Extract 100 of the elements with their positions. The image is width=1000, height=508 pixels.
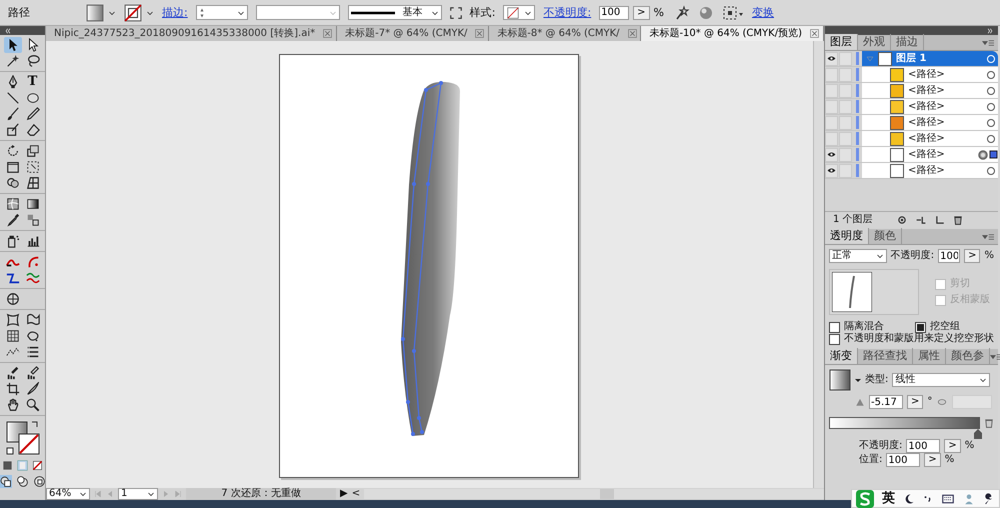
- path-row[interactable]: <路径>: [862, 115, 998, 130]
- path-row[interactable]: <路径>: [862, 67, 998, 82]
- opacity-arrow-button[interactable]: >: [964, 249, 980, 263]
- blend-mode-dropdown[interactable]: 正常: [829, 249, 887, 263]
- input-mode-toggle[interactable]: 英: [882, 490, 895, 506]
- opacity-field[interactable]: 100: [938, 249, 960, 263]
- brush-definition-dropdown[interactable]: 基本: [348, 5, 442, 20]
- locate-icon[interactable]: [896, 214, 907, 224]
- target-icon[interactable]: [986, 102, 998, 112]
- path-row[interactable]: <路径>: [862, 99, 998, 114]
- panel-tab[interactable]: 路径查找: [858, 348, 913, 364]
- checkbox[interactable]: [829, 322, 840, 332]
- lock-toggle[interactable]: [839, 100, 852, 114]
- s-logo-icon[interactable]: [856, 490, 874, 508]
- panel-menu-icon[interactable]: [982, 38, 994, 46]
- close-icon[interactable]: [628, 29, 637, 38]
- close-icon[interactable]: [323, 29, 332, 38]
- status-menu-button[interactable]: ▶: [340, 488, 348, 500]
- angle-arrow-button[interactable]: >: [907, 395, 924, 409]
- lock-toggle[interactable]: [839, 84, 852, 98]
- scroll-thumb[interactable]: [600, 489, 614, 499]
- opacity-link[interactable]: 不透明度:: [543, 6, 592, 20]
- visibility-toggle[interactable]: [825, 100, 838, 114]
- visibility-toggle[interactable]: [825, 164, 838, 178]
- visibility-toggle[interactable]: [825, 148, 838, 162]
- horizontal-scrollbar[interactable]: [364, 489, 824, 499]
- trash-icon[interactable]: [984, 417, 994, 429]
- visibility-toggle[interactable]: [825, 84, 838, 98]
- stroke-weight-link[interactable]: 描边:: [162, 6, 188, 20]
- panel-tab[interactable]: 透明度: [825, 228, 869, 244]
- checkbox[interactable]: [915, 322, 926, 332]
- expand-icon[interactable]: [986, 28, 994, 34]
- draw-behind-icon[interactable]: [16, 475, 29, 488]
- dotted-square-icon[interactable]: [722, 4, 744, 20]
- panel-tab[interactable]: 外观: [858, 34, 891, 50]
- fill-stroke-swatches-icon[interactable]: [6, 420, 40, 456]
- checkbox[interactable]: [829, 334, 840, 344]
- panel-tab[interactable]: 描边: [891, 34, 924, 50]
- corners-icon[interactable]: [450, 6, 462, 18]
- tool-button[interactable]: [4, 37, 22, 53]
- trash-icon[interactable]: [952, 214, 963, 224]
- moon-icon[interactable]: [903, 492, 915, 504]
- vertical-scrollbar[interactable]: [813, 41, 824, 488]
- target-icon[interactable]: [986, 134, 998, 144]
- target-icon[interactable]: [986, 118, 998, 128]
- variable-width-dropdown[interactable]: [256, 5, 340, 20]
- target-icon[interactable]: [986, 166, 998, 176]
- no-stroke-swatch-icon[interactable]: [124, 4, 142, 22]
- panel-tab[interactable]: 属性: [913, 348, 946, 364]
- lock-toggle[interactable]: [839, 116, 852, 130]
- lock-toggle[interactable]: [839, 132, 852, 146]
- close-icon[interactable]: [810, 29, 819, 38]
- draw-inside-icon[interactable]: [33, 475, 46, 488]
- caret-icon[interactable]: [108, 8, 116, 16]
- path-row[interactable]: <路径>: [862, 147, 998, 162]
- target-icon[interactable]: [986, 86, 998, 96]
- lock-toggle[interactable]: [839, 148, 852, 162]
- zoom-dropdown[interactable]: 64%: [46, 488, 90, 500]
- document-tab[interactable]: 未标题-10* @ 64% (CMYK/预览): [641, 26, 824, 41]
- panel-tab[interactable]: 渐变: [825, 348, 858, 364]
- panel-menu-icon[interactable]: [982, 232, 994, 240]
- color-mode-icon[interactable]: [2, 460, 13, 471]
- type-tool[interactable]: T: [24, 74, 42, 90]
- target-icon[interactable]: [986, 70, 998, 80]
- keyboard-icon[interactable]: [941, 492, 955, 504]
- stop-location-arrow-button[interactable]: >: [924, 453, 941, 467]
- panel-tab[interactable]: 图层: [825, 34, 858, 50]
- document-tab[interactable]: Nipic_24377523_20180909161435338000 [转换].ai*: [46, 26, 338, 41]
- angle-field[interactable]: -5.17: [869, 395, 903, 409]
- lock-toggle[interactable]: [839, 52, 852, 66]
- stop-opacity-arrow-button[interactable]: >: [944, 439, 961, 453]
- visibility-toggle[interactable]: [825, 116, 838, 130]
- path-row[interactable]: <路径>: [862, 83, 998, 98]
- page-dropdown[interactable]: 1: [118, 488, 158, 500]
- stop-opacity-field[interactable]: 100: [906, 439, 940, 453]
- path-row[interactable]: <路径>: [862, 163, 998, 178]
- lock-toggle[interactable]: [839, 164, 852, 178]
- gradient-preview-icon[interactable]: [829, 369, 851, 391]
- path-row[interactable]: <路径>: [862, 131, 998, 146]
- sphere-icon[interactable]: [698, 4, 714, 20]
- tool-button[interactable]: [24, 397, 42, 413]
- document-tab[interactable]: 未标题-8* @ 64% (CMYK/: [489, 26, 642, 41]
- none-mode-icon[interactable]: [32, 460, 43, 471]
- scroll-left-button[interactable]: <: [352, 488, 360, 500]
- stop-location-field[interactable]: 100: [886, 453, 920, 467]
- transform-link[interactable]: 变换: [752, 6, 774, 20]
- gradient-type-dropdown[interactable]: 线性: [892, 373, 990, 387]
- visibility-toggle[interactable]: [825, 52, 838, 66]
- graphic-style-dropdown[interactable]: [503, 5, 536, 20]
- stroke-weight-field[interactable]: [196, 5, 248, 20]
- opacity-field[interactable]: 100: [599, 6, 630, 20]
- color-stop-icon[interactable]: [974, 429, 982, 439]
- visibility-toggle[interactable]: [825, 68, 838, 82]
- visibility-toggle[interactable]: [825, 132, 838, 146]
- gradient-swatch-icon[interactable]: [86, 4, 104, 22]
- collapse-icon[interactable]: [4, 28, 12, 34]
- document-tab[interactable]: 未标题-7* @ 64% (CMYK/: [337, 26, 490, 41]
- close-icon[interactable]: [475, 29, 484, 38]
- target-icon[interactable]: [978, 150, 998, 160]
- draw-mode-icon[interactable]: [0, 475, 12, 488]
